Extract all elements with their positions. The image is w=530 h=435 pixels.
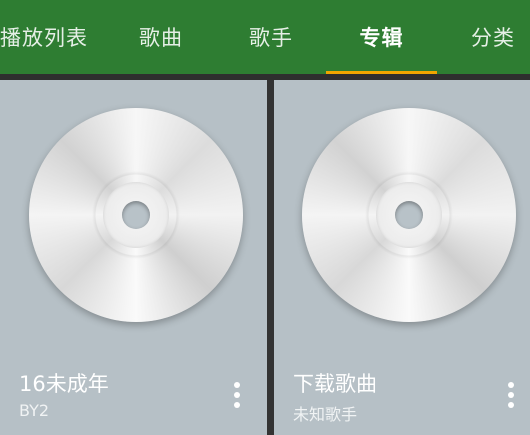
tab-playlists[interactable]: 播放列表 <box>0 0 92 74</box>
tab-label: 歌手 <box>249 26 293 50</box>
tab-bar: 播放列表 歌曲 歌手 专辑 分类 <box>0 0 530 74</box>
album-title: 16未成年 <box>19 372 109 396</box>
more-options-icon[interactable] <box>501 378 521 412</box>
tab-albums[interactable]: 专辑 <box>326 0 437 74</box>
app-window: 播放列表 歌曲 歌手 专辑 分类 16未成年 BY2 下载歌曲 未知歌手 <box>0 0 530 435</box>
cd-center-hole <box>395 201 423 229</box>
tab-artists[interactable]: 歌手 <box>228 0 314 74</box>
album-artist: BY2 <box>19 401 50 420</box>
tab-label: 分类 <box>471 26 515 50</box>
cd-center-ring <box>376 182 442 248</box>
album-artist: 未知歌手 <box>293 405 358 424</box>
tab-label: 播放列表 <box>0 26 88 50</box>
cd-icon <box>29 108 243 322</box>
album-card[interactable]: 16未成年 BY2 <box>0 80 267 435</box>
tab-label: 歌曲 <box>139 26 183 50</box>
tab-songs[interactable]: 歌曲 <box>118 0 204 74</box>
album-title: 下载歌曲 <box>293 372 377 396</box>
more-options-icon[interactable] <box>227 378 247 412</box>
cd-icon <box>302 108 516 322</box>
cd-center-ring <box>103 182 169 248</box>
album-card[interactable]: 下载歌曲 未知歌手 <box>274 80 530 435</box>
cd-center-hole <box>122 201 150 229</box>
tab-categories[interactable]: 分类 <box>452 0 530 74</box>
tab-label: 专辑 <box>359 26 404 50</box>
grid-divider <box>267 80 274 435</box>
